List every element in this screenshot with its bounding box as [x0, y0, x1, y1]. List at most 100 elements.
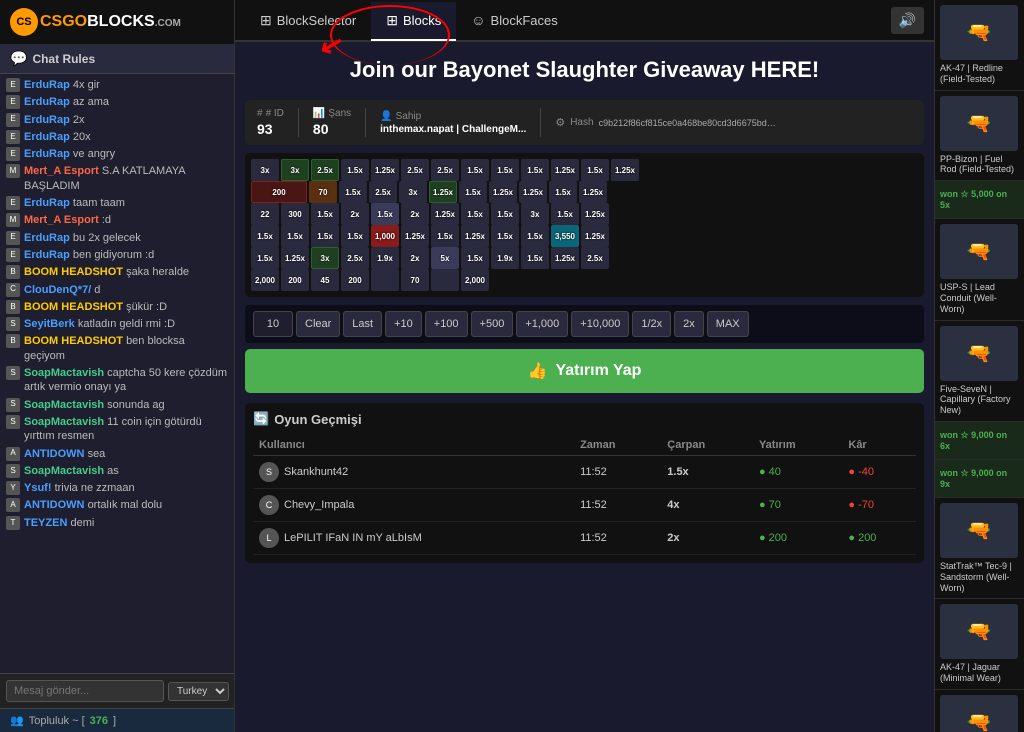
block-cell[interactable]: 1.25x [281, 247, 309, 269]
block-cell[interactable]: 1.5x [341, 225, 369, 247]
block-cell[interactable]: 2,000 [251, 269, 279, 291]
block-cell[interactable]: 200 [251, 181, 307, 203]
chat-username[interactable]: ClouDenQ*7/ [24, 284, 91, 296]
block-cell[interactable]: 2x [341, 203, 369, 225]
chat-username[interactable]: Mert_A Esport [24, 214, 99, 226]
block-cell[interactable]: 1.5x [311, 225, 339, 247]
right-sidebar-item[interactable]: 🔫 StatTrak™ Tec-9 | Sandstorm (Well-Worn… [935, 498, 1024, 599]
block-cell[interactable]: 1.5x [491, 159, 519, 181]
chat-username[interactable]: SoapMactavish [24, 367, 104, 379]
right-sidebar-item[interactable]: won ☆ 5,000 on 5x [935, 181, 1024, 219]
block-cell[interactable]: 1.25x [429, 181, 457, 203]
block-cell[interactable]: 1.5x [491, 225, 519, 247]
block-cell[interactable]: 1.5x [491, 203, 519, 225]
chat-username[interactable]: ErduRap [24, 79, 70, 91]
block-cell[interactable]: 3x [399, 181, 427, 203]
block-cell[interactable]: 1.5x [311, 203, 339, 225]
right-sidebar-item[interactable]: won ☆ 9,000 on 9x [935, 460, 1024, 498]
plus10-button[interactable]: +10 [385, 311, 422, 337]
block-cell[interactable]: 1.5x [459, 181, 487, 203]
block-cell[interactable]: 200 [341, 269, 369, 291]
chat-username[interactable]: ANTIDOWN [24, 499, 85, 511]
block-cell[interactable]: 3x [251, 159, 279, 181]
right-sidebar-item[interactable]: 🔫 USP-S | Lead Conduit (Well-Worn) [935, 219, 1024, 320]
plus100-button[interactable]: +100 [425, 311, 468, 337]
invest-button[interactable]: 👍 Yatırım Yap [245, 349, 924, 393]
block-cell[interactable]: 70 [401, 269, 429, 291]
block-cell[interactable]: 1.5x [251, 225, 279, 247]
block-cell[interactable]: 2.5x [581, 247, 609, 269]
block-cell[interactable]: 2x [401, 247, 429, 269]
tab-blocks[interactable]: ⊞ Blocks [371, 2, 456, 41]
block-cell[interactable]: 3x [281, 159, 309, 181]
block-cell[interactable]: 1.25x [611, 159, 639, 181]
block-cell[interactable]: 1.5x [341, 159, 369, 181]
block-cell[interactable]: 1.25x [431, 203, 459, 225]
plus10000-button[interactable]: +10,000 [571, 311, 629, 337]
block-cell[interactable]: 5x [431, 247, 459, 269]
last-button[interactable]: Last [343, 311, 382, 337]
block-cell[interactable] [371, 269, 399, 291]
block-cell[interactable]: 70 [309, 181, 337, 203]
chat-username[interactable]: Ysuf! [24, 482, 52, 494]
block-cell[interactable]: 1.5x [431, 225, 459, 247]
block-cell[interactable]: 2.5x [369, 181, 397, 203]
chat-username[interactable]: BOOM HEADSHOT [24, 301, 123, 313]
tab-block-faces[interactable]: ☺ BlockFaces [456, 2, 573, 40]
block-cell[interactable]: 1.25x [371, 159, 399, 181]
max-button[interactable]: MAX [707, 311, 749, 337]
block-cell[interactable]: 300 [281, 203, 309, 225]
block-cell[interactable]: 3x [521, 203, 549, 225]
block-cell[interactable]: 1.25x [551, 159, 579, 181]
block-cell[interactable]: 1.9x [491, 247, 519, 269]
right-sidebar-item[interactable]: 🔫 Souvenir Crate [935, 690, 1024, 732]
block-cell[interactable]: 1.25x [581, 203, 609, 225]
block-cell[interactable]: 1,000 [371, 225, 399, 247]
chat-username[interactable]: SoapMactavish [24, 465, 104, 477]
chat-username[interactable]: TEYZEN [24, 517, 67, 529]
block-cell[interactable] [431, 269, 459, 291]
chat-username[interactable]: ErduRap [24, 114, 70, 126]
chat-username[interactable]: BOOM HEADSHOT [24, 266, 123, 278]
chat-username[interactable]: Mert_A Esport [24, 165, 99, 177]
chat-username[interactable]: SoapMactavish [24, 399, 104, 411]
half-button[interactable]: 1/2x [632, 311, 671, 337]
block-cell[interactable]: 1.25x [579, 181, 607, 203]
block-cell[interactable]: 1.5x [581, 159, 609, 181]
block-cell[interactable]: 1.5x [521, 247, 549, 269]
plus500-button[interactable]: +500 [471, 311, 514, 337]
right-sidebar-item[interactable]: won ☆ 9,000 on 6x [935, 422, 1024, 460]
block-cell[interactable]: 1.9x [371, 247, 399, 269]
block-cell[interactable]: 1.5x [549, 181, 577, 203]
plus1000-button[interactable]: +1,000 [516, 311, 568, 337]
block-cell[interactable]: 1.5x [251, 247, 279, 269]
sound-button[interactable]: 🔊 [891, 7, 924, 34]
block-cell[interactable]: 1.5x [461, 247, 489, 269]
logo[interactable]: CS CSGOBLOCKS.COM [10, 8, 181, 36]
block-cell[interactable]: 1.25x [581, 225, 609, 247]
block-cell[interactable]: 1.5x [521, 225, 549, 247]
chat-username[interactable]: ErduRap [24, 131, 70, 143]
right-sidebar-item[interactable]: 🔫 PP-Bizon | Fuel Rod (Field-Tested) [935, 91, 1024, 182]
block-cell[interactable]: 1.25x [519, 181, 547, 203]
block-cell[interactable]: 2,000 [461, 269, 489, 291]
block-cell[interactable]: 1.5x [461, 159, 489, 181]
block-cell[interactable]: 45 [311, 269, 339, 291]
chat-username[interactable]: SoapMactavish [24, 416, 104, 428]
right-sidebar-item[interactable]: 🔫 AK-47 | Jaguar (Minimal Wear) [935, 599, 1024, 690]
block-cell[interactable]: 2.5x [431, 159, 459, 181]
block-cell[interactable]: 22 [251, 203, 279, 225]
block-cell[interactable]: 2.5x [311, 159, 339, 181]
block-cell[interactable]: 200 [281, 269, 309, 291]
block-cell[interactable]: 1.25x [461, 225, 489, 247]
bet-amount-input[interactable] [253, 311, 293, 337]
block-cell[interactable]: 1.5x [461, 203, 489, 225]
block-cell[interactable]: 1.25x [489, 181, 517, 203]
chat-username[interactable]: ErduRap [24, 148, 70, 160]
block-cell[interactable]: 1.5x [521, 159, 549, 181]
block-cell[interactable]: 1.5x [371, 203, 399, 225]
clear-button[interactable]: Clear [296, 311, 340, 337]
block-cell[interactable]: 2.5x [341, 247, 369, 269]
chat-username[interactable]: BOOM HEADSHOT [24, 335, 123, 347]
block-cell[interactable]: 1.25x [551, 247, 579, 269]
